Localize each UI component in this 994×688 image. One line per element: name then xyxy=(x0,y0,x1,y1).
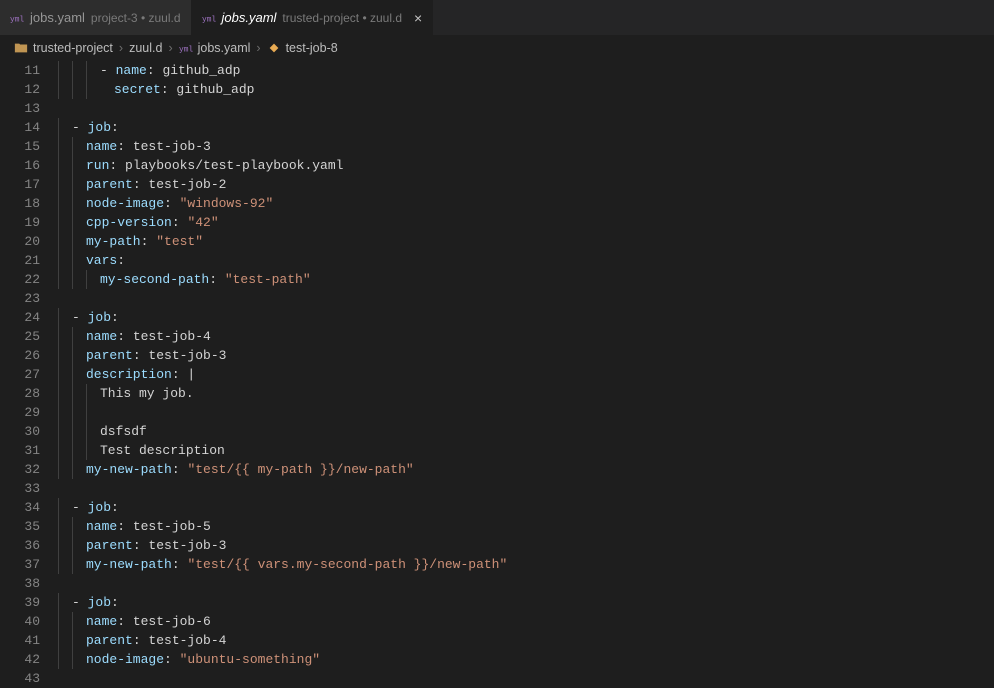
code-line[interactable]: - job: xyxy=(58,593,994,612)
breadcrumb-item[interactable]: trusted-project xyxy=(14,41,113,55)
line-number: 34 xyxy=(0,498,40,517)
editor-tabs: yml jobs.yaml project-3 • zuul.d yml job… xyxy=(0,0,994,35)
code-line[interactable]: description: | xyxy=(58,365,994,384)
code-line[interactable]: - job: xyxy=(58,308,994,327)
line-number: 17 xyxy=(0,175,40,194)
code-line[interactable]: run: playbooks/test-playbook.yaml xyxy=(58,156,994,175)
svg-text:yml: yml xyxy=(179,46,193,55)
line-number: 28 xyxy=(0,384,40,403)
breadcrumb-item[interactable]: yml jobs.yaml xyxy=(179,41,251,55)
code-line[interactable] xyxy=(58,574,994,593)
code-editor[interactable]: 1112131415161718192021222324252627282930… xyxy=(0,61,994,672)
line-number: 14 xyxy=(0,118,40,137)
line-number: 25 xyxy=(0,327,40,346)
line-number: 36 xyxy=(0,536,40,555)
code-line[interactable]: node-image: "ubuntu-something" xyxy=(58,650,994,669)
line-number: 29 xyxy=(0,403,40,422)
svg-text:yml: yml xyxy=(10,15,24,24)
chevron-right-icon: › xyxy=(117,41,125,55)
line-number: 42 xyxy=(0,650,40,669)
breadcrumb-item[interactable]: test-job-8 xyxy=(267,41,338,55)
line-number-gutter: 1112131415161718192021222324252627282930… xyxy=(0,61,58,672)
code-line[interactable]: my-path: "test" xyxy=(58,232,994,251)
code-line[interactable]: my-new-path: "test/{{ my-path }}/new-pat… xyxy=(58,460,994,479)
line-number: 12 xyxy=(0,80,40,99)
code-line[interactable]: Test description xyxy=(58,441,994,460)
code-line[interactable]: dsfsdf xyxy=(58,422,994,441)
breadcrumb: trusted-project › zuul.d › yml jobs.yaml… xyxy=(0,35,994,61)
code-line[interactable]: This my job. xyxy=(58,384,994,403)
breadcrumb-item[interactable]: zuul.d xyxy=(129,41,162,55)
chevron-right-icon: › xyxy=(166,41,174,55)
line-number: 23 xyxy=(0,289,40,308)
line-number: 24 xyxy=(0,308,40,327)
tab-filename: jobs.yaml xyxy=(222,10,277,25)
line-number: 31 xyxy=(0,441,40,460)
tab-jobs-project3[interactable]: yml jobs.yaml project-3 • zuul.d xyxy=(0,0,192,35)
code-line[interactable]: parent: test-job-2 xyxy=(58,175,994,194)
line-number: 41 xyxy=(0,631,40,650)
line-number: 27 xyxy=(0,365,40,384)
chevron-right-icon: › xyxy=(254,41,262,55)
code-line[interactable] xyxy=(58,403,994,422)
tab-jobs-trusted[interactable]: yml jobs.yaml trusted-project • zuul.d × xyxy=(192,0,434,35)
line-number: 35 xyxy=(0,517,40,536)
code-line[interactable]: parent: test-job-3 xyxy=(58,536,994,555)
yaml-file-icon: yml xyxy=(179,41,193,55)
line-number: 18 xyxy=(0,194,40,213)
line-number: 13 xyxy=(0,99,40,118)
folder-icon xyxy=(14,41,28,55)
code-line[interactable]: - job: xyxy=(58,498,994,517)
line-number: 11 xyxy=(0,61,40,80)
code-line[interactable]: cpp-version: "42" xyxy=(58,213,994,232)
line-number: 20 xyxy=(0,232,40,251)
code-line[interactable]: name: test-job-5 xyxy=(58,517,994,536)
line-number: 22 xyxy=(0,270,40,289)
tab-filename: jobs.yaml xyxy=(30,10,85,25)
code-line[interactable] xyxy=(58,289,994,308)
line-number: 30 xyxy=(0,422,40,441)
tab-subpath: project-3 • zuul.d xyxy=(91,11,181,25)
code-line[interactable]: parent: test-job-4 xyxy=(58,631,994,650)
line-number: 38 xyxy=(0,574,40,593)
code-line[interactable]: name: test-job-3 xyxy=(58,137,994,156)
code-line[interactable]: my-new-path: "test/{{ vars.my-second-pat… xyxy=(58,555,994,574)
code-line[interactable]: name: test-job-6 xyxy=(58,612,994,631)
line-number: 37 xyxy=(0,555,40,574)
code-line[interactable]: name: test-job-4 xyxy=(58,327,994,346)
code-line[interactable]: parent: test-job-3 xyxy=(58,346,994,365)
code-line[interactable] xyxy=(58,479,994,498)
line-number: 15 xyxy=(0,137,40,156)
tab-subpath: trusted-project • zuul.d xyxy=(282,11,402,25)
code-line[interactable]: - job: xyxy=(58,118,994,137)
code-area[interactable]: - name: github_adpsecret: github_adp - jo… xyxy=(58,61,994,672)
code-line[interactable]: secret: github_adp xyxy=(58,80,994,99)
line-number: 26 xyxy=(0,346,40,365)
line-number: 39 xyxy=(0,593,40,612)
line-number: 19 xyxy=(0,213,40,232)
symbol-icon xyxy=(267,41,281,55)
line-number: 16 xyxy=(0,156,40,175)
code-line[interactable]: my-second-path: "test-path" xyxy=(58,270,994,289)
line-number: 32 xyxy=(0,460,40,479)
code-line[interactable]: node-image: "windows-92" xyxy=(58,194,994,213)
code-line[interactable]: - name: github_adp xyxy=(58,61,994,80)
line-number: 33 xyxy=(0,479,40,498)
svg-text:yml: yml xyxy=(202,15,216,24)
close-icon[interactable]: × xyxy=(414,11,422,25)
yaml-file-icon: yml xyxy=(202,11,216,25)
line-number: 21 xyxy=(0,251,40,270)
line-number: 40 xyxy=(0,612,40,631)
code-line[interactable] xyxy=(58,99,994,118)
code-line[interactable]: vars: xyxy=(58,251,994,270)
yaml-file-icon: yml xyxy=(10,11,24,25)
